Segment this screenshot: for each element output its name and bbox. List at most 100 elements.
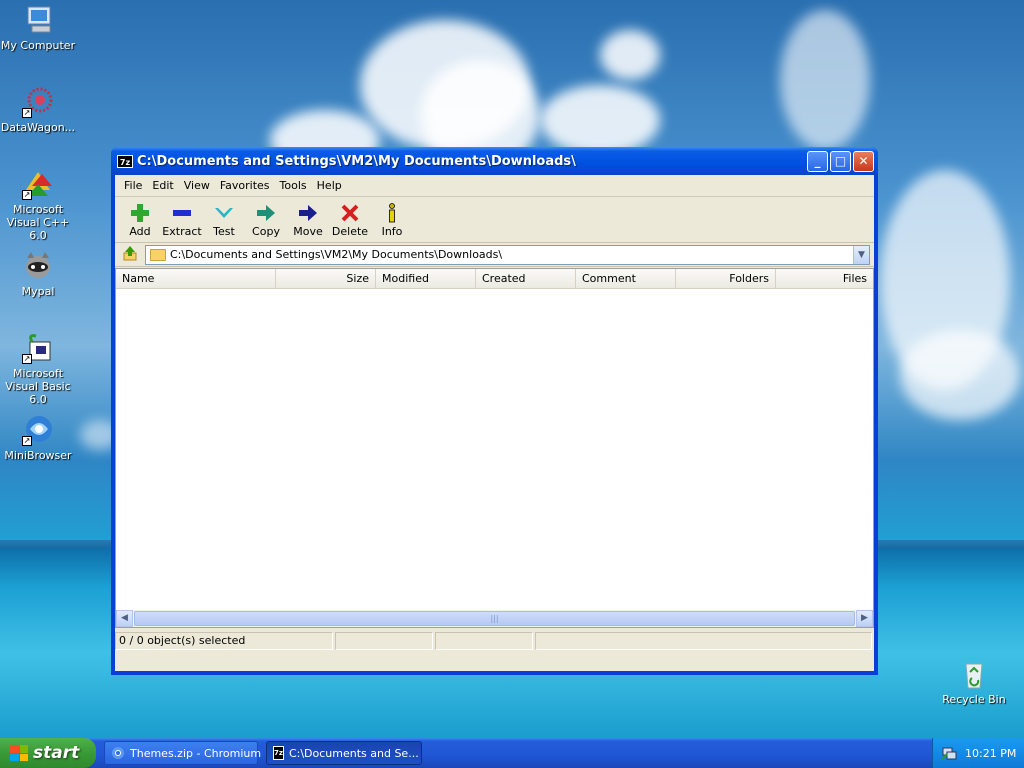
menu-tools[interactable]: Tools xyxy=(275,179,312,192)
shortcut-arrow-icon: ↗ xyxy=(22,190,32,200)
delete-button[interactable]: Delete xyxy=(329,201,371,238)
file-list[interactable]: Name Size Modified Created Comment Folde… xyxy=(115,268,874,628)
7zip-icon: 7z xyxy=(273,746,284,760)
window-client: File Edit View Favorites Tools Help Add … xyxy=(115,175,874,671)
menu-file[interactable]: File xyxy=(119,179,147,192)
computer-icon xyxy=(22,4,54,36)
info-button[interactable]: Info xyxy=(371,201,413,238)
shortcut-arrow-icon: ↗ xyxy=(22,354,32,364)
desktop-icon-label: Mypal xyxy=(21,285,55,298)
column-comment[interactable]: Comment xyxy=(576,269,676,288)
extract-button[interactable]: Extract xyxy=(161,201,203,238)
move-button[interactable]: Move xyxy=(287,201,329,238)
info-icon xyxy=(371,201,413,225)
folder-icon xyxy=(150,248,166,261)
chromium-icon xyxy=(111,746,125,760)
arrow-right-icon xyxy=(287,201,329,225)
taskbar-item-chromium[interactable]: Themes.zip - Chromium xyxy=(104,741,262,765)
window-titlebar[interactable]: 7z C:\Documents and Settings\VM2\My Docu… xyxy=(111,147,878,175)
file-manager-window: 7z C:\Documents and Settings\VM2\My Docu… xyxy=(111,147,878,675)
column-size[interactable]: Size xyxy=(276,269,376,288)
x-icon xyxy=(329,201,371,225)
address-combobox[interactable]: C:\Documents and Settings\VM2\My Documen… xyxy=(145,244,870,265)
windows-logo-icon xyxy=(10,745,28,761)
scroll-thumb[interactable]: ||| xyxy=(134,611,855,626)
desktop-icon-label: DataWagon... xyxy=(0,121,76,134)
copy-button[interactable]: Copy xyxy=(245,201,287,238)
desktop-icon-visual-cpp[interactable]: ↗ Microsoft Visual C++ 6.0 xyxy=(0,168,76,242)
desktop-icon-datawagon[interactable]: ↗ DataWagon... xyxy=(0,86,76,134)
menu-view[interactable]: View xyxy=(179,179,215,192)
taskbar-item-7zip[interactable]: 7z C:\Documents and Se... xyxy=(266,741,422,765)
visual-cpp-icon: ↗ xyxy=(22,168,54,200)
menu-favorites[interactable]: Favorites xyxy=(215,179,275,192)
desktop-icon-visual-basic[interactable]: ↗ Microsoft Visual Basic 6.0 xyxy=(0,332,76,406)
scroll-right-button[interactable]: ▶ xyxy=(856,610,873,627)
scroll-left-button[interactable]: ◀ xyxy=(116,610,133,627)
address-bar: C:\Documents and Settings\VM2\My Documen… xyxy=(115,243,874,267)
status-panel-4 xyxy=(535,632,872,650)
status-selection: 0 / 0 object(s) selected xyxy=(115,632,333,650)
check-icon xyxy=(203,201,245,225)
desktop-icon-label: Microsoft Visual C++ 6.0 xyxy=(6,203,70,242)
network-icon[interactable] xyxy=(941,745,957,761)
column-name[interactable]: Name xyxy=(116,269,276,288)
status-panel-3 xyxy=(435,632,533,650)
up-arrow-icon xyxy=(122,245,138,265)
test-label: Test xyxy=(213,225,235,238)
recycle-bin-icon xyxy=(958,658,990,690)
system-tray: 10:21 PM xyxy=(932,738,1024,768)
column-created[interactable]: Created xyxy=(476,269,576,288)
desktop-icon-mypal[interactable]: Mypal xyxy=(0,250,76,298)
desktop-icon-label: My Computer xyxy=(0,39,76,52)
desktop-icon-label: Microsoft Visual Basic 6.0 xyxy=(5,367,71,406)
menu-help[interactable]: Help xyxy=(312,179,347,192)
minibrowser-icon: ↗ xyxy=(22,414,54,446)
copy-label: Copy xyxy=(252,225,280,238)
delete-label: Delete xyxy=(331,225,369,238)
menu-bar: File Edit View Favorites Tools Help xyxy=(115,175,874,197)
status-bar: 0 / 0 object(s) selected xyxy=(115,630,874,652)
desktop-icon-my-computer[interactable]: My Computer xyxy=(0,4,76,52)
column-modified[interactable]: Modified xyxy=(376,269,476,288)
horizontal-scrollbar[interactable]: ◀ ||| ▶ xyxy=(116,610,873,627)
close-button[interactable]: ✕ xyxy=(853,150,874,172)
start-button[interactable]: start xyxy=(0,738,96,768)
add-button[interactable]: Add xyxy=(119,201,161,238)
desktop-icon-label: MiniBrowser xyxy=(4,449,72,462)
shortcut-arrow-icon: ↗ xyxy=(22,436,32,446)
taskbar-item-label: C:\Documents and Se... xyxy=(288,746,419,760)
maximize-button[interactable]: □ xyxy=(830,150,851,172)
minimize-button[interactable]: _ xyxy=(807,150,828,172)
minus-icon xyxy=(161,201,203,225)
column-headers: Name Size Modified Created Comment Folde… xyxy=(116,269,873,289)
desktop-icon-recycle-bin[interactable]: Recycle Bin xyxy=(936,658,1012,706)
menu-edit[interactable]: Edit xyxy=(147,179,178,192)
datawagon-icon: ↗ xyxy=(22,86,54,118)
column-folders[interactable]: Folders xyxy=(676,269,776,288)
7zip-icon: 7z xyxy=(117,154,133,168)
add-label: Add xyxy=(129,225,151,238)
window-title: C:\Documents and Settings\VM2\My Documen… xyxy=(137,153,576,169)
toolbar: Add Extract Test Copy Move Delete Info xyxy=(115,197,874,243)
column-files[interactable]: Files xyxy=(776,269,873,288)
chevron-down-icon[interactable]: ▼ xyxy=(853,245,869,264)
visual-basic-icon: ↗ xyxy=(22,332,54,364)
desktop-icon-label: Recycle Bin xyxy=(942,693,1006,706)
info-label: Info xyxy=(381,225,403,238)
arrow-right-icon xyxy=(245,201,287,225)
desktop-icon-minibrowser[interactable]: ↗ MiniBrowser xyxy=(0,414,76,462)
shortcut-arrow-icon: ↗ xyxy=(22,108,32,118)
raccoon-icon xyxy=(22,250,54,282)
status-panel-2 xyxy=(335,632,433,650)
clock[interactable]: 10:21 PM xyxy=(965,747,1016,760)
test-button[interactable]: Test xyxy=(203,201,245,238)
move-label: Move xyxy=(293,225,323,238)
extract-label: Extract xyxy=(162,225,202,238)
taskbar-item-label: Themes.zip - Chromium xyxy=(130,746,262,760)
start-label: start xyxy=(33,743,80,763)
plus-icon xyxy=(119,201,161,225)
up-folder-button[interactable] xyxy=(119,245,141,265)
taskbar: start Themes.zip - Chromium 7z C:\Docume… xyxy=(0,738,1024,768)
address-input[interactable]: C:\Documents and Settings\VM2\My Documen… xyxy=(170,248,853,261)
